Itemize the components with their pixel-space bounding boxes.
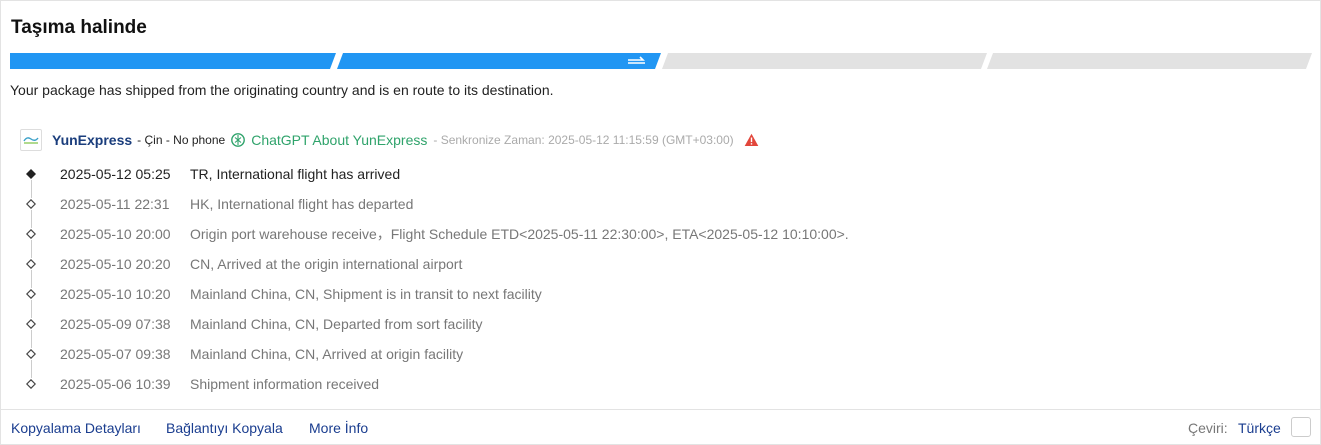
translate-language-select[interactable]: Türkçe: [1238, 420, 1281, 436]
transit-arrow-icon: [628, 56, 645, 64]
tracking-event: 2025-05-11 22:31 HK, International fligh…: [21, 189, 1021, 228]
chatgpt-icon: [230, 132, 246, 148]
event-dot-icon: [26, 229, 36, 239]
more-info-link[interactable]: More İnfo: [309, 420, 368, 436]
tracking-event: 2025-05-09 07:38 Mainland China, CN, Dep…: [21, 309, 1021, 348]
tracking-event: 2025-05-12 05:25 TR, International fligh…: [21, 159, 1021, 198]
warning-triangle-icon[interactable]: [744, 133, 759, 147]
translate-label: Çeviri:: [1188, 420, 1228, 436]
event-date: 2025-05-10 20:20: [60, 256, 171, 272]
progress-bar: [10, 53, 1312, 69]
progress-step-1: [10, 53, 336, 69]
event-description: Mainland China, CN, Shipment is in trans…: [190, 286, 542, 302]
carrier-row: YunExpress - Çin - No phone ChatGPT Abou…: [20, 129, 759, 151]
event-dot-icon: [26, 199, 36, 209]
translate-checkbox[interactable]: [1291, 417, 1311, 437]
event-date: 2025-05-06 10:39: [60, 376, 171, 392]
event-dot-icon: [26, 259, 36, 269]
footer-bar: Kopyalama Detayları Bağlantıyı Kopyala M…: [1, 409, 1321, 445]
event-description: HK, International flight has departed: [190, 196, 414, 212]
event-description: Shipment information received: [190, 376, 380, 392]
copy-details-link[interactable]: Kopyalama Detayları: [11, 420, 141, 436]
carrier-meta: - Çin - No phone: [137, 133, 226, 147]
event-dot-icon: [26, 349, 36, 359]
event-description: CN, Arrived at the origin international …: [190, 256, 463, 272]
tracking-event: 2025-05-10 20:20 CN, Arrived at the orig…: [21, 249, 1021, 288]
event-dot-icon: [26, 319, 36, 329]
copy-link-link[interactable]: Bağlantıyı Kopyala: [166, 420, 283, 436]
chatgpt-about-link[interactable]: ChatGPT About YunExpress: [251, 132, 427, 148]
tracking-event: 2025-05-10 10:20 Mainland China, CN, Shi…: [21, 279, 1021, 318]
status-title: Taşıma halinde: [11, 17, 147, 38]
tracking-events-list: 2025-05-12 05:25 TR, International fligh…: [21, 159, 1021, 399]
tracking-event: 2025-05-10 20:00 Origin port warehouse r…: [21, 219, 1021, 258]
progress-step-4: [987, 53, 1312, 69]
event-date: 2025-05-10 20:00: [60, 226, 171, 242]
event-date: 2025-05-11 22:31: [60, 196, 170, 212]
carrier-name[interactable]: YunExpress: [52, 132, 132, 148]
event-dot-filled-icon: [26, 169, 36, 179]
event-date: 2025-05-07 09:38: [60, 346, 171, 362]
event-dot-icon: [26, 289, 36, 299]
progress-step-3: [662, 53, 987, 69]
tracking-event: 2025-05-07 09:38 Mainland China, CN, Arr…: [21, 339, 1021, 378]
event-date: 2025-05-10 10:20: [60, 286, 171, 302]
progress-step-2: [337, 53, 661, 69]
event-description: TR, International flight has arrived: [190, 166, 401, 182]
event-description: Mainland China, CN, Departed from sort f…: [190, 316, 483, 332]
tracking-card: Taşıma halinde Your package has shipped …: [0, 0, 1321, 445]
event-date: 2025-05-09 07:38: [60, 316, 171, 332]
event-description: Origin port warehouse receive，Flight Sch…: [190, 226, 849, 242]
status-message: Your package has shipped from the origin…: [10, 82, 554, 98]
tracking-event: 2025-05-06 10:39 Shipment information re…: [21, 369, 1021, 399]
sync-time: - Senkronize Zaman: 2025-05-12 11:15:59 …: [433, 133, 734, 147]
event-dot-icon: [26, 379, 36, 389]
yunexpress-logo-icon[interactable]: [20, 129, 42, 151]
event-date: 2025-05-12 05:25: [60, 166, 171, 182]
event-description: Mainland China, CN, Arrived at origin fa…: [190, 346, 464, 362]
